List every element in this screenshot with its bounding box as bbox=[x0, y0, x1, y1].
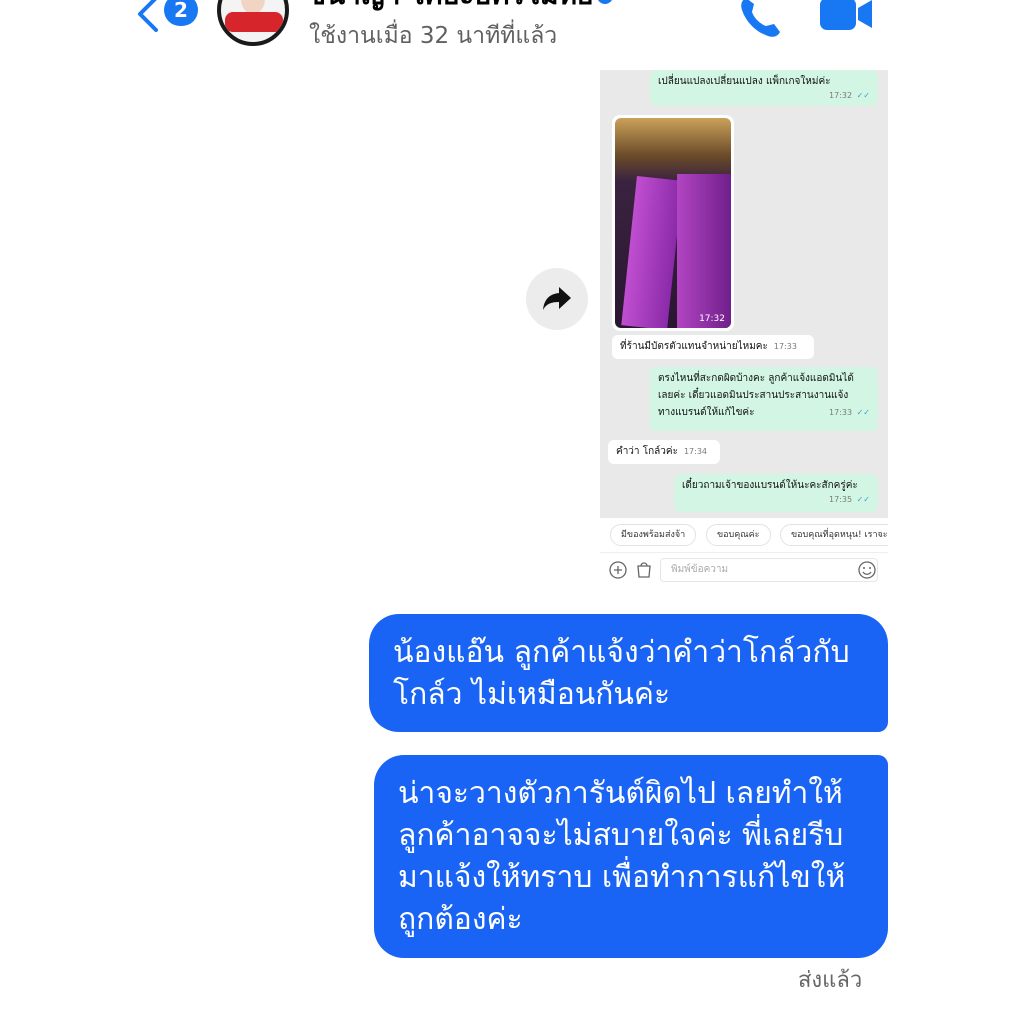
quick-reply-bar: มีของพร้อมส่งจ้า ขอบคุณค่ะ ขอบคุณที่อุดห… bbox=[600, 518, 888, 552]
chat-header: 2 ชนาญา ไคยะอัครโมทย์ ใช้งานเมื่อ 32 นาท… bbox=[0, 0, 1024, 64]
screenshot-text: ทางแบรนด์ให้แก้ไขค่ะ bbox=[658, 407, 755, 418]
message-line: มาแจ้งให้ทราบ เพื่อทำการแก้ไขให้ bbox=[398, 860, 846, 895]
phone-icon[interactable] bbox=[738, 0, 784, 38]
product-photo: 17:32 bbox=[615, 118, 731, 328]
message-line: ถูกต้องค่ะ bbox=[398, 902, 523, 937]
screenshot-time: 17:35 bbox=[828, 495, 853, 504]
quick-reply-chip: มีของพร้อมส่งจ้า bbox=[610, 524, 697, 546]
read-ticks: ✓✓ bbox=[856, 408, 870, 417]
screenshot-text: เลยค่ะ เดี๋ยวแอดมินประสานประสานงานแจ้ง bbox=[658, 390, 849, 401]
screenshot-text-line: ทางแบรนด์ให้แก้ไขค่ะ 17:33 ✓✓ bbox=[658, 404, 870, 421]
screenshot-text: ที่ร้านมีบัตรตัวแทนจำหน่ายไหมคะ bbox=[620, 341, 768, 352]
screenshot-bubble-in: คำว่า โกล์วค่ะ 17:34 bbox=[608, 440, 720, 464]
screenshot-message-input: พิมพ์ข้อความ bbox=[660, 558, 878, 582]
screenshot-bubble-out: ตรงไหนที่สะกดผิดบ้างคะ ลูกค้าแจ้งแอดมินไ… bbox=[650, 367, 878, 431]
screenshot-time-wrap: 17:33 ✓✓ bbox=[829, 404, 870, 421]
emoji-icon bbox=[858, 561, 876, 579]
plus-circle-icon bbox=[609, 561, 627, 579]
screenshot-time: 17:33 bbox=[773, 342, 797, 351]
screenshot-photo: 17:32 bbox=[612, 115, 734, 331]
video-call-icon[interactable] bbox=[820, 0, 874, 32]
chevron-left-icon bbox=[138, 0, 158, 32]
screenshot-time: 17:33 bbox=[828, 408, 853, 417]
read-ticks: ✓✓ bbox=[856, 91, 870, 100]
screenshot-time: 17:34 bbox=[683, 447, 708, 456]
screenshot-text: คำว่า โกล์วค่ะ bbox=[616, 446, 678, 457]
back-button[interactable]: 2 bbox=[134, 0, 200, 38]
photo-time: 17:32 bbox=[699, 314, 725, 324]
message-bubble-outgoing[interactable]: น่าจะวางตัวการันต์ผิดไป เลยทำให้ ลูกค้าอ… bbox=[374, 755, 888, 958]
screenshot-input-bar: พิมพ์ข้อความ bbox=[600, 552, 888, 586]
screenshot-bubble-out: เปลี่ยนแปลงเปลี่ยนแปลง แพ็กเกจใหม่ค่ะ 17… bbox=[650, 70, 878, 106]
message-line: ลูกค้าอาจจะไม่สบายใจค่ะ พี่เลยรีบ bbox=[398, 818, 844, 853]
message-line: น่าจะวางตัวการันต์ผิดไป เลยทำให้ bbox=[398, 776, 843, 811]
contact-name-text: ชนาญา ไคยะอัครโมทย์ bbox=[307, 0, 593, 11]
message-line: โกล์ว ไม่เหมือนกันค่ะ bbox=[393, 677, 671, 712]
shop-bag-icon bbox=[637, 562, 651, 578]
screenshot-text: เดี๋ยวถามเจ้าของแบรนด์ให้นะคะสักครู่ค่ะ bbox=[682, 480, 858, 491]
quick-reply-chip: ขอบคุณค่ะ bbox=[706, 524, 771, 546]
read-ticks: ✓✓ bbox=[856, 495, 870, 504]
screenshot-bubble-in: ที่ร้านมีบัตรตัวแทนจำหน่ายไหมคะ 17:33 bbox=[612, 335, 814, 359]
message-line: น้องแอ๊น ลูกค้าแจ้งว่าคำว่าโกล์วกับ bbox=[393, 635, 850, 670]
contact-name[interactable]: ชนาญา ไคยะอัครโมทย์ bbox=[307, 0, 637, 12]
screenshot-text: ตรงไหนที่สะกดผิดบ้างคะ ลูกค้าแจ้งแอดมินไ… bbox=[658, 373, 854, 384]
sent-status: ส่งแล้ว bbox=[798, 968, 863, 993]
quick-reply-chip: ขอบคุณที่อุดหนุน! เราจะ bbox=[780, 524, 888, 546]
shared-screenshot-image[interactable]: เปลี่ยนแปลงเปลี่ยนแปลง แพ็กเกจใหม่ค่ะ 17… bbox=[600, 70, 888, 586]
message-bubble-outgoing[interactable]: น้องแอ๊น ลูกค้าแจ้งว่าคำว่าโกล์วกับ โกล์… bbox=[369, 614, 888, 732]
active-status: ใช้งานเมื่อ 32 นาทีที่แล้ว bbox=[309, 23, 558, 49]
forward-button[interactable] bbox=[526, 268, 588, 330]
screenshot-text: เปลี่ยนแปลงเปลี่ยนแปลง แพ็กเกจใหม่ค่ะ bbox=[658, 76, 831, 87]
verified-icon bbox=[597, 0, 614, 4]
screenshot-chat-area: เปลี่ยนแปลงเปลี่ยนแปลง แพ็กเกจใหม่ค่ะ 17… bbox=[600, 70, 888, 518]
screenshot-time: 17:32 bbox=[828, 91, 853, 100]
avatar[interactable] bbox=[217, 0, 289, 46]
screenshot-bubble-out: เดี๋ยวถามเจ้าของแบรนด์ให้นะคะสักครู่ค่ะ … bbox=[674, 474, 878, 512]
unread-badge: 2 bbox=[164, 0, 198, 26]
share-arrow-icon bbox=[543, 287, 571, 310]
